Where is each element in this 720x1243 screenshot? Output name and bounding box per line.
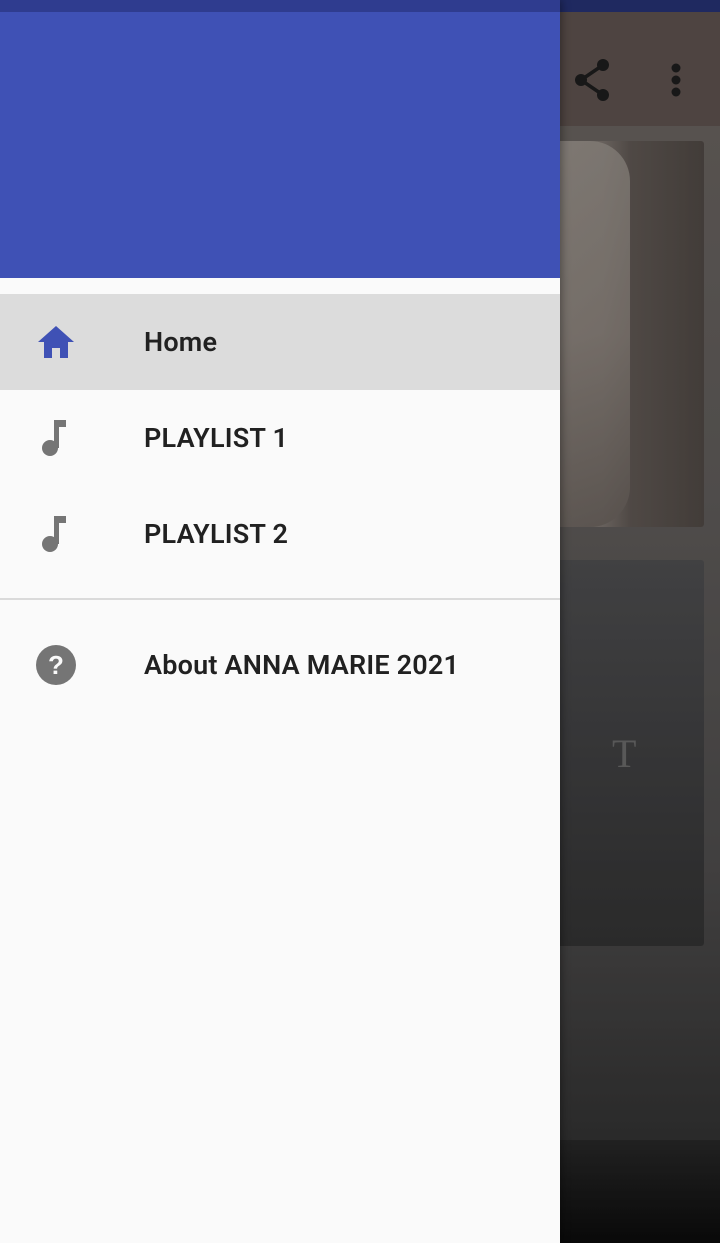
drawer-secondary-menu: ? About ANNA MARIE 2021 [0,617,560,713]
music-note-icon [32,510,80,558]
drawer-item-label: PLAYLIST 2 [144,518,289,550]
drawer-item-playlist-2[interactable]: PLAYLIST 2 [0,486,560,582]
drawer-header [0,12,560,278]
drawer-status-bar [0,0,560,12]
drawer-item-playlist-1[interactable]: PLAYLIST 1 [0,390,560,486]
drawer-item-home[interactable]: Home [0,294,560,390]
drawer-item-label: About ANNA MARIE 2021 [144,649,460,681]
drawer-menu: Home PLAYLIST 1 PLAYLIST 2 [0,294,560,582]
navigation-drawer: Home PLAYLIST 1 PLAYLIST 2 ? About ANNA … [0,0,560,1243]
help-icon: ? [32,641,80,689]
drawer-divider [0,598,560,600]
home-icon [32,318,80,366]
music-note-icon [32,414,80,462]
drawer-item-label: Home [144,326,218,358]
svg-text:?: ? [48,650,64,680]
drawer-item-about[interactable]: ? About ANNA MARIE 2021 [0,617,560,713]
drawer-item-label: PLAYLIST 1 [144,422,289,454]
